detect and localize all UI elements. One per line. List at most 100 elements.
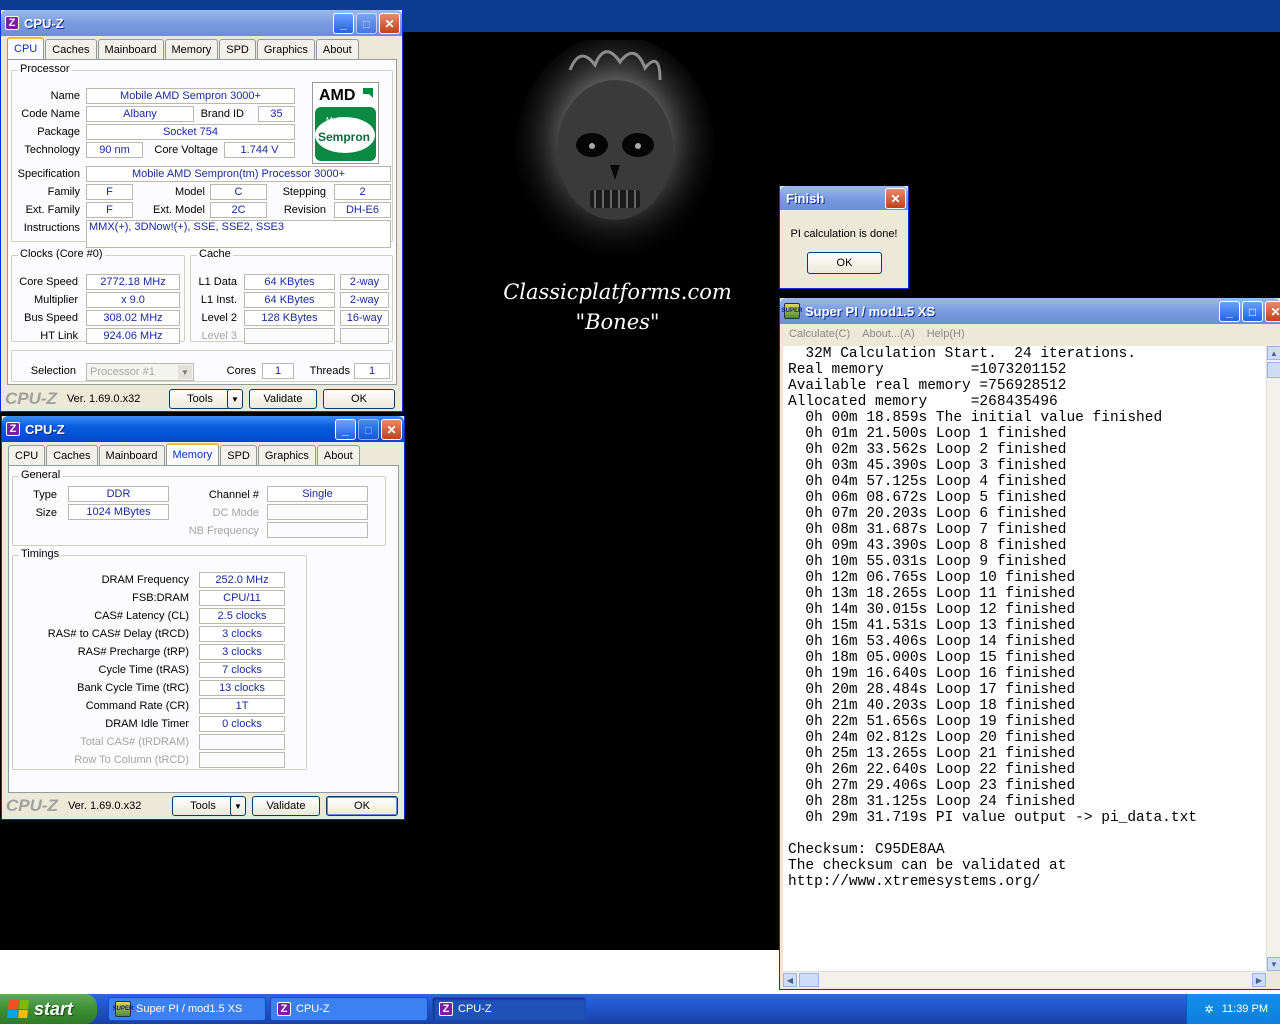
model-value: C [210, 184, 267, 200]
cores-label: Cores [226, 365, 256, 377]
start-button[interactable]: start [0, 994, 97, 1024]
chevron-down-icon[interactable]: ▼ [178, 365, 192, 379]
scroll-right-icon[interactable]: ▶ [1252, 973, 1266, 987]
menu-help[interactable]: Help(H) [927, 328, 965, 340]
log-line: 0h 15m 41.531s Loop 13 finished [788, 618, 1076, 634]
tab-about[interactable]: About [315, 39, 359, 59]
log-line: 0h 08m 31.687s Loop 7 finished [788, 522, 1067, 538]
tab-graphics[interactable]: Graphics [256, 39, 315, 59]
tab-spd[interactable]: SPD [219, 39, 256, 59]
brand-id-label: Brand ID [200, 108, 244, 120]
vertical-scrollbar[interactable]: ▲ ▼ [1266, 346, 1280, 971]
tab-mainboard[interactable]: Mainboard [98, 445, 165, 465]
dc-mode-value [267, 504, 368, 520]
threads-value: 1 [354, 363, 390, 379]
ext-model-label: Ext. Model [153, 204, 205, 216]
close-button[interactable]: ✕ [381, 419, 402, 440]
tab-graphics[interactable]: Graphics [257, 445, 316, 465]
tab-cpu[interactable]: CPU [7, 37, 45, 59]
tools-label: Tools [190, 800, 216, 812]
title-bar[interactable]: Z CPU-Z _ □ ✕ [1, 10, 402, 36]
revision-value: DH-E6 [334, 202, 391, 218]
tab-mainboard[interactable]: Mainboard [97, 39, 164, 59]
scroll-up-icon[interactable]: ▲ [1267, 346, 1280, 360]
tools-dropdown-button[interactable]: ▼ [230, 796, 246, 816]
clock[interactable]: 11:39 PM [1222, 1003, 1268, 1015]
log-line: 0h 19m 16.640s Loop 16 finished [788, 666, 1076, 682]
title-bar[interactable]: Finish ✕ [780, 186, 908, 210]
nb-frequency-label: NB Frequency [188, 525, 259, 537]
minimize-button[interactable]: _ [335, 419, 356, 440]
tab-cpu[interactable]: CPU [8, 445, 46, 465]
processor-name-value: Mobile AMD Sempron 3000+ [86, 88, 295, 104]
tab-caches[interactable]: Caches [46, 445, 98, 465]
finish-dialog[interactable]: Finish ✕ PI calculation is done! OK [779, 186, 909, 289]
title-bar[interactable]: Z CPU-Z _ □ ✕ [2, 416, 404, 442]
size-label: Size [35, 507, 57, 519]
scroll-thumb[interactable] [799, 973, 819, 987]
cpuz-cpu-window[interactable]: Z CPU-Z _ □ ✕ CPU Caches Mainboard Memor… [0, 10, 403, 412]
tab-memory[interactable]: Memory [165, 443, 220, 465]
scroll-thumb[interactable] [1267, 362, 1280, 378]
log-line: 0h 21m 40.203s Loop 18 finished [788, 698, 1076, 714]
tab-spd[interactable]: SPD [220, 445, 257, 465]
group-title: Cache [197, 248, 233, 260]
processor-selection-dropdown[interactable]: Processor #1 ▼ [86, 363, 194, 381]
timing-label: DRAM Idle Timer [105, 718, 189, 730]
validate-button[interactable]: Validate [249, 389, 317, 409]
close-button[interactable]: ✕ [885, 188, 906, 209]
tools-button[interactable]: Tools [172, 796, 234, 816]
cpuz-app-icon: Z [6, 422, 20, 436]
menu-about[interactable]: About...(A) [862, 328, 915, 340]
tray-network-icon[interactable]: ✲ [1205, 1003, 1214, 1016]
title-bar[interactable]: SUPER Super PI / mod1.5 XS _ □ ✕ [780, 298, 1280, 324]
menu-calculate[interactable]: Calculate(C) [789, 328, 850, 340]
group-title: Timings [19, 548, 62, 560]
ok-button[interactable]: OK [323, 389, 395, 409]
validate-button[interactable]: Validate [252, 796, 320, 816]
cpuz-app-icon: Z [277, 1002, 291, 1016]
level3-value [244, 328, 335, 344]
taskbar-item-superpi[interactable]: SUPER Super PI / mod1.5 XS [108, 997, 266, 1021]
horizontal-scrollbar[interactable]: ◀ ▶ [783, 971, 1266, 987]
tools-label: Tools [187, 393, 213, 405]
taskbar-item-cpuz[interactable]: Z CPU-Z [270, 997, 428, 1021]
scroll-down-icon[interactable]: ▼ [1267, 957, 1280, 971]
log-line: Allocated memory =268435496 [788, 394, 1058, 410]
ok-button[interactable]: OK [326, 796, 398, 816]
close-button[interactable]: ✕ [1265, 301, 1280, 322]
scroll-left-icon[interactable]: ◀ [783, 973, 797, 987]
chevron-down-icon: ▼ [234, 801, 242, 811]
maximize-button[interactable]: □ [1242, 301, 1263, 322]
minimize-button[interactable]: _ [1219, 301, 1240, 322]
taskbar-item-cpuz-active[interactable]: Z CPU-Z [432, 997, 586, 1021]
tab-about[interactable]: About [316, 445, 360, 465]
family-label: Family [47, 186, 80, 198]
minimize-button[interactable]: _ [333, 13, 354, 34]
nb-frequency-value [267, 522, 368, 538]
amd-logo-icon: AMD Mobile Sempron [313, 83, 378, 161]
type-label: Type [33, 489, 57, 501]
close-button[interactable]: ✕ [379, 13, 400, 34]
cpuz-brand-logo: CPU-Z [5, 389, 57, 408]
ok-button[interactable]: OK [807, 252, 882, 274]
tab-memory[interactable]: Memory [164, 39, 219, 59]
taskbar: start SUPER Super PI / mod1.5 XS Z CPU-Z… [0, 994, 1280, 1024]
tab-caches[interactable]: Caches [45, 39, 97, 59]
task-label: CPU-Z [296, 1003, 330, 1015]
tools-dropdown-button[interactable]: ▼ [227, 389, 243, 409]
dc-mode-label: DC Mode [212, 507, 259, 519]
cpu-tab-panel: Processor Name Mobile AMD Sempron 3000+ … [7, 59, 397, 385]
cpuz-memory-window[interactable]: Z CPU-Z _ □ ✕ CPU Caches Mainboard Memor… [1, 416, 405, 820]
log-line: 0h 25m 13.265s Loop 21 finished [788, 746, 1076, 762]
amd-sempron-logo: AMD Mobile Sempron [312, 82, 379, 164]
log-line: 0h 20m 28.484s Loop 17 finished [788, 682, 1076, 698]
timing-value [199, 734, 285, 750]
channel-value: Single [267, 486, 368, 502]
level3-assoc [340, 328, 389, 344]
tools-button[interactable]: Tools [169, 389, 231, 409]
log-line: 0h 16m 53.406s Loop 14 finished [788, 634, 1076, 650]
superpi-window[interactable]: SUPER Super PI / mod1.5 XS _ □ ✕ Calcula… [779, 298, 1280, 990]
calculation-log[interactable]: 32M Calculation Start. 24 iterations. Rea… [783, 346, 1266, 971]
